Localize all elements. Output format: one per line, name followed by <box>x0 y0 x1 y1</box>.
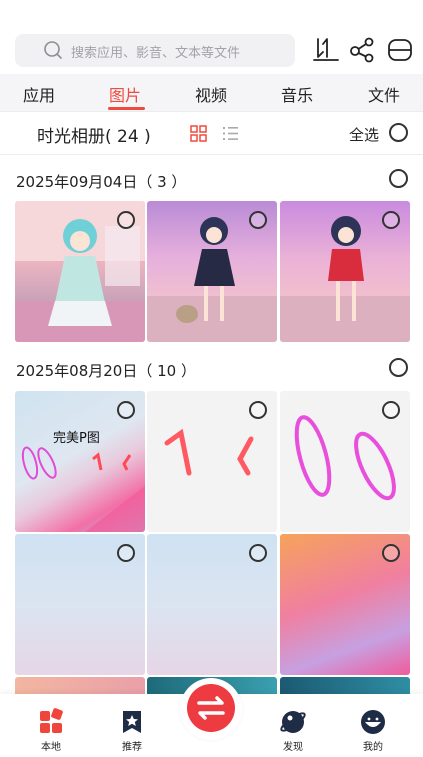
discover-icon <box>280 711 306 733</box>
photo-thumbnail[interactable] <box>15 534 145 675</box>
photo-thumbnail[interactable] <box>280 391 410 532</box>
transfer-button-inner <box>187 684 235 732</box>
select-photo-checkbox[interactable] <box>117 211 135 229</box>
select-group-1-checkbox[interactable] <box>389 169 408 188</box>
photo-thumbnail[interactable] <box>15 201 145 342</box>
date-header-2: 2025年08月20日（ 10 ） <box>16 362 196 380</box>
photo-thumbnail[interactable]: 完美P图 <box>15 391 145 532</box>
nav-label: 我的 <box>363 742 383 753</box>
search-icon <box>44 41 62 59</box>
photo-thumbnail[interactable] <box>280 534 410 675</box>
menu-icon[interactable] <box>387 37 413 63</box>
local-icon <box>40 708 63 733</box>
select-group-2-checkbox[interactable] <box>389 358 408 377</box>
select-photo-checkbox[interactable] <box>249 401 267 419</box>
transfer-button[interactable] <box>180 678 242 740</box>
select-photo-checkbox[interactable] <box>117 401 135 419</box>
nav-label: 发现 <box>283 742 303 753</box>
grid-view-icon[interactable] <box>190 125 207 142</box>
select-photo-checkbox[interactable] <box>382 211 400 229</box>
search-bar[interactable]: 搜索应用、影音、文本等文件 <box>15 34 295 67</box>
album-title[interactable]: 时光相册( 24 ) <box>37 122 151 147</box>
nav-local[interactable]: 本地 <box>21 708 81 753</box>
share-icon[interactable] <box>349 37 375 63</box>
nav-discover[interactable]: 发现 <box>263 708 323 753</box>
recommend-icon <box>123 711 141 733</box>
date-header-1: 2025年09月04日（ 3 ） <box>16 173 187 191</box>
tab-files[interactable]: 文件 <box>368 82 400 106</box>
album-header: 时光相册( 24 ) 全选 <box>0 112 423 155</box>
select-photo-checkbox[interactable] <box>249 211 267 229</box>
tab-pictures[interactable]: 图片 <box>109 82 141 106</box>
tab-apps[interactable]: 应用 <box>23 82 55 106</box>
select-photo-checkbox[interactable] <box>382 401 400 419</box>
nav-label: 本地 <box>41 742 61 753</box>
photo-thumbnail[interactable] <box>147 201 277 342</box>
search-placeholder: 搜索应用、影音、文本等文件 <box>71 46 241 61</box>
photo-thumbnail[interactable] <box>280 201 410 342</box>
transfer-icon <box>197 696 225 720</box>
tab-music[interactable]: 音乐 <box>281 82 313 106</box>
nav-recommend[interactable]: 推荐 <box>102 708 162 753</box>
list-view-icon[interactable] <box>222 125 239 142</box>
tab-videos[interactable]: 视频 <box>195 82 227 106</box>
nav-profile[interactable]: 我的 <box>343 708 403 753</box>
sort-icon[interactable] <box>313 37 339 63</box>
select-photo-checkbox[interactable] <box>117 544 135 562</box>
select-all-label[interactable]: 全选 <box>349 124 379 145</box>
top-bar: 搜索应用、影音、文本等文件 <box>0 0 423 74</box>
photo-caption: 完美P图 <box>53 431 100 446</box>
select-photo-checkbox[interactable] <box>382 544 400 562</box>
profile-icon <box>361 710 385 734</box>
category-tabs: 应用 图片 视频 音乐 文件 <box>0 74 423 112</box>
photo-thumbnail[interactable] <box>147 534 277 675</box>
select-all-checkbox[interactable] <box>389 123 408 142</box>
select-photo-checkbox[interactable] <box>249 544 267 562</box>
photo-thumbnail[interactable] <box>147 391 277 532</box>
nav-label: 推荐 <box>122 742 142 753</box>
active-tab-indicator <box>108 107 145 110</box>
